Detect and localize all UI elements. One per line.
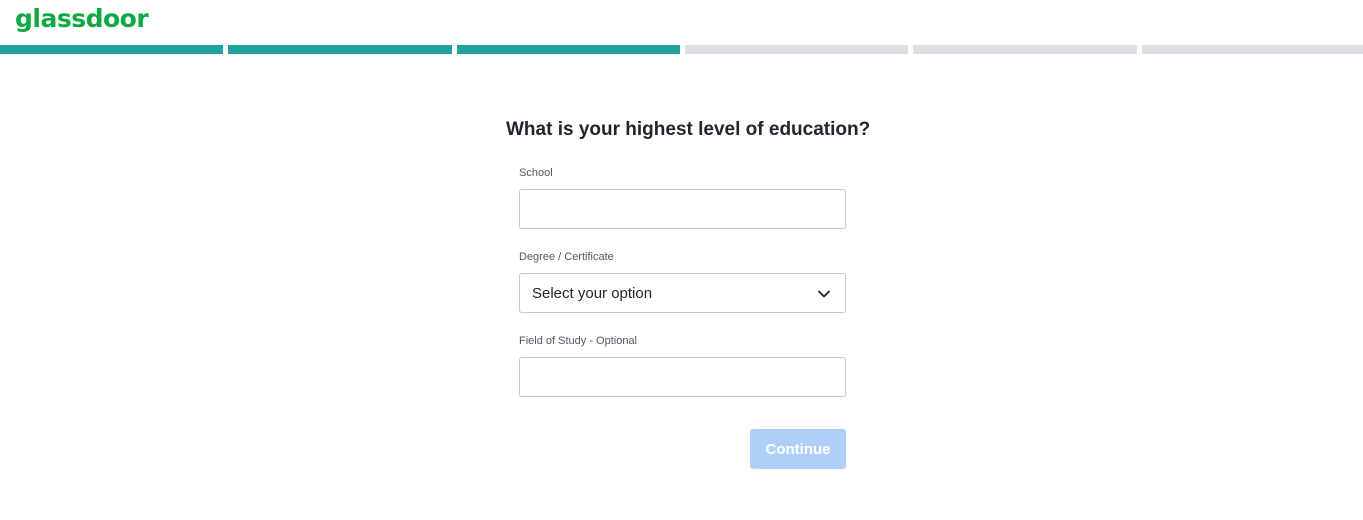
chevron-down-icon	[818, 290, 830, 298]
continue-button[interactable]: Continue	[750, 429, 846, 469]
field-of-study-label: Field of Study - Optional	[519, 335, 638, 347]
progress-step-5	[913, 45, 1137, 54]
degree-select[interactable]: Select your option	[519, 273, 846, 313]
header: glassdoor	[0, 0, 1363, 45]
page-title: What is your highest level of education?	[506, 119, 871, 140]
school-label: School	[519, 167, 553, 179]
degree-label: Degree / Certificate	[519, 251, 614, 263]
field-of-study-input[interactable]	[519, 357, 846, 397]
progress-bar	[0, 45, 1363, 54]
degree-select-value: Select your option	[532, 285, 653, 302]
progress-step-2	[228, 45, 452, 54]
progress-step-6	[1142, 45, 1363, 54]
glassdoor-logo[interactable]: glassdoor	[15, 2, 149, 36]
progress-step-1	[0, 45, 223, 54]
school-input[interactable]	[519, 189, 846, 229]
progress-step-4	[685, 45, 908, 54]
progress-step-3	[457, 45, 680, 54]
